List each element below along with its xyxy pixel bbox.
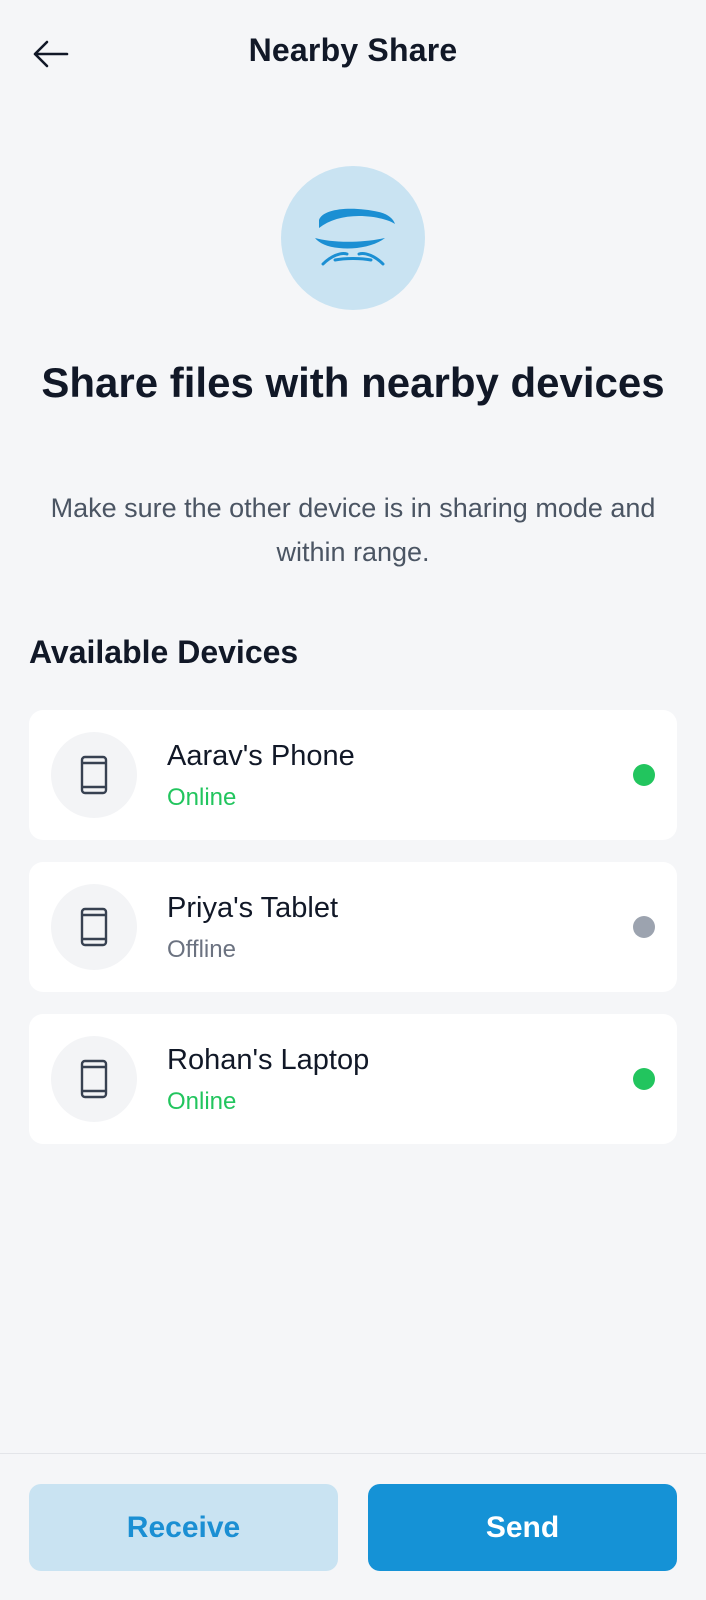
header: Nearby Share — [0, 0, 706, 108]
status-indicator-offline — [633, 916, 655, 938]
page-title: Nearby Share — [248, 32, 458, 68]
device-avatar — [51, 732, 137, 818]
status-indicator-online — [633, 1068, 655, 1090]
device-item[interactable]: Priya's Tablet Offline — [29, 862, 677, 992]
device-list: Aarav's Phone Online Priya's Tablet Offl… — [29, 710, 677, 1166]
smartphone-icon — [80, 907, 108, 947]
smartphone-icon — [80, 755, 108, 795]
smartphone-icon — [80, 1059, 108, 1099]
device-status: Offline — [167, 936, 236, 963]
nearby-share-icon — [281, 166, 425, 310]
device-avatar — [51, 1036, 137, 1122]
device-avatar — [51, 884, 137, 970]
send-button[interactable]: Send — [368, 1484, 677, 1571]
device-name: Priya's Tablet — [167, 892, 339, 924]
device-item[interactable]: Rohan's Laptop Online — [29, 1014, 677, 1144]
device-item[interactable]: Aarav's Phone Online — [29, 710, 677, 840]
hero-subtitle: Make sure the other device is in sharing… — [50, 493, 656, 567]
device-name: Aarav's Phone — [167, 740, 355, 772]
device-name: Rohan's Laptop — [167, 1044, 370, 1076]
available-devices-heading: Available Devices — [29, 634, 299, 670]
device-status: Online — [167, 784, 237, 811]
receive-button[interactable]: Receive — [29, 1484, 338, 1571]
hero-title: Share files with nearby devices — [41, 359, 665, 406]
bottom-action-bar: Receive Send — [0, 1453, 706, 1600]
nearby-share-screen: Nearby Share Share files with nearby dev… — [0, 0, 706, 1600]
status-indicator-online — [633, 764, 655, 786]
device-status: Online — [167, 1088, 237, 1115]
